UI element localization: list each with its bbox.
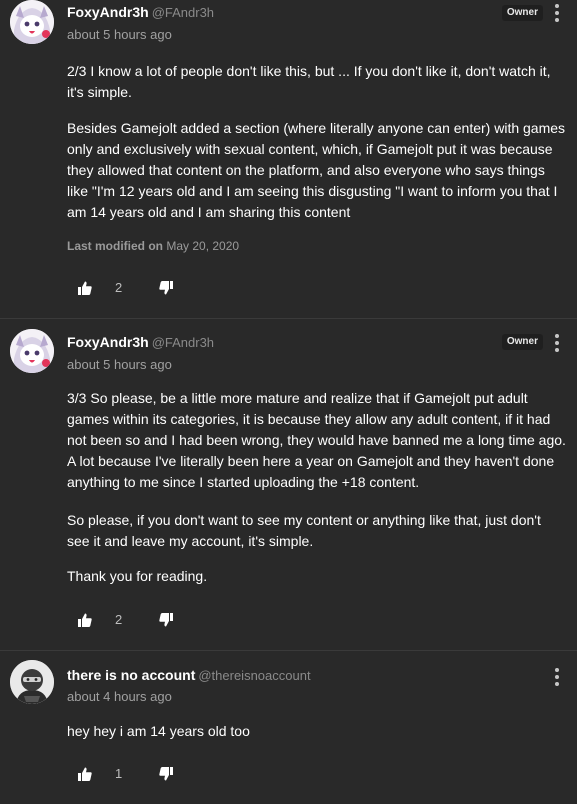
author-username[interactable]: @FAndr3h	[152, 5, 214, 20]
thumbs-down-icon[interactable]	[159, 281, 173, 295]
comment-paragraph: Thank you for reading.	[67, 568, 208, 584]
comment-divider	[0, 318, 577, 319]
thumbs-down-icon[interactable]	[159, 613, 173, 627]
thumbs-up-icon[interactable]	[78, 767, 92, 781]
owner-badge: Owner	[501, 334, 543, 350]
thumbs-down-icon[interactable]	[159, 767, 173, 781]
more-vertical-icon[interactable]	[554, 4, 560, 22]
author-line: FoxyAndr3h @FAndr3h	[67, 4, 214, 22]
author-line: FoxyAndr3h @FAndr3h	[67, 334, 214, 352]
author-line: there is no account @thereisnoaccount	[67, 667, 311, 685]
comment-timestamp[interactable]: about 4 hours ago	[67, 689, 172, 704]
last-modified: Last modified on May 20, 2020	[67, 239, 239, 253]
author-name[interactable]: there is no account	[67, 667, 195, 683]
author-name[interactable]: FoxyAndr3h	[67, 4, 149, 20]
avatar[interactable]	[10, 329, 54, 373]
comment-paragraph: 2/3 I know a lot of people don't like th…	[67, 63, 551, 100]
avatar[interactable]	[10, 0, 54, 44]
author-username[interactable]: @FAndr3h	[152, 335, 214, 350]
comment-3: there is no account @thereisnoaccount abo…	[0, 660, 577, 804]
comment-timestamp[interactable]: about 5 hours ago	[67, 357, 172, 372]
thumbs-up-icon[interactable]	[78, 613, 92, 627]
like-count[interactable]: 1	[115, 766, 122, 781]
comment-paragraph: So please, if you don't want to see my c…	[67, 512, 541, 549]
owner-badge: Owner	[501, 5, 543, 21]
avatar[interactable]	[10, 660, 54, 704]
like-count[interactable]: 2	[115, 612, 122, 627]
comment-paragraph: Besides Gamejolt added a section (where …	[67, 120, 566, 220]
last-modified-label: Last modified on	[67, 239, 163, 253]
comment-paragraph: hey hey i am 14 years old too	[67, 723, 250, 739]
more-vertical-icon[interactable]	[554, 668, 560, 686]
like-count[interactable]: 2	[115, 280, 122, 295]
author-name[interactable]: FoxyAndr3h	[67, 334, 149, 350]
comment-2: FoxyAndr3h @FAndr3h about 5 hours ago Own…	[0, 329, 577, 649]
last-modified-date: May 20, 2020	[166, 239, 240, 253]
thumbs-up-icon[interactable]	[78, 281, 92, 295]
more-vertical-icon[interactable]	[554, 334, 560, 352]
comment-divider	[0, 650, 577, 651]
comment-1: FoxyAndr3h @FAndr3h about 5 hours ago Own…	[0, 0, 577, 318]
author-username[interactable]: @thereisnoaccount	[198, 668, 310, 683]
comment-timestamp[interactable]: about 5 hours ago	[67, 27, 172, 42]
comment-paragraph: 3/3 So please, be a little more mature a…	[67, 390, 566, 490]
